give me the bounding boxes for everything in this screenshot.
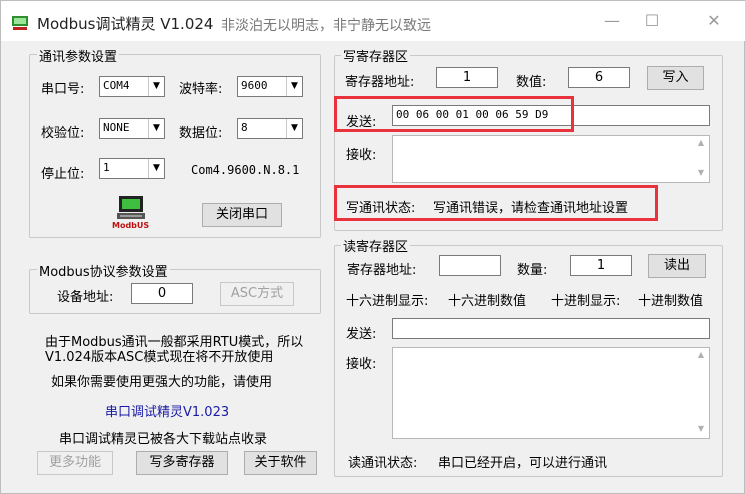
write-recv-area[interactable]: ▲ ▼: [392, 135, 710, 183]
write-value-input[interactable]: 6: [568, 67, 630, 88]
minimize-button[interactable]: —: [597, 9, 627, 33]
chevron-down-icon: ▼: [286, 119, 302, 138]
parity-select[interactable]: NONE ▼: [99, 118, 165, 139]
write-value-label: 数值:: [516, 75, 547, 90]
read-status-label: 读通讯状态:: [348, 456, 418, 471]
modbus-logo-icon: ModbUS: [111, 194, 151, 232]
scroll-down-icon[interactable]: ▼: [695, 424, 707, 436]
read-recv-label: 接收:: [346, 357, 377, 372]
read-button[interactable]: 读出: [648, 254, 706, 278]
window-slogan: 非淡泊无以明志，非宁静无以致远: [221, 18, 431, 34]
stopbits-select[interactable]: 1 ▼: [99, 158, 165, 179]
port-select[interactable]: COM4 ▼: [99, 76, 165, 97]
v1023-link[interactable]: 串口调试精灵V1.023: [105, 401, 229, 420]
baud-label: 波特率:: [179, 82, 223, 97]
read-reg-addr-input[interactable]: [439, 255, 501, 276]
baud-select[interactable]: 9600 ▼: [237, 76, 303, 97]
read-reg-addr-label: 寄存器地址:: [347, 263, 417, 278]
databits-label: 数据位:: [179, 126, 223, 141]
write-multi-register-button[interactable]: 写多寄存器: [136, 451, 228, 475]
parity-label: 校验位:: [41, 126, 85, 141]
read-send-label: 发送:: [346, 327, 377, 342]
read-count-input[interactable]: 1: [570, 255, 632, 276]
scroll-up-icon[interactable]: ▲: [695, 350, 707, 362]
comm-settings-title: 通讯参数设置: [37, 46, 120, 65]
app-icon: [12, 16, 28, 30]
chevron-down-icon: ▼: [148, 77, 164, 96]
app-window: Modbus调试精灵 V1.024 非淡泊无以明志，非宁静无以致远 — ☐ ✕ …: [0, 0, 745, 494]
stopbits-label: 停止位:: [41, 167, 85, 182]
chevron-down-icon: ▼: [148, 119, 164, 138]
status-highlight-box: [334, 185, 658, 221]
more-functions-button[interactable]: 更多功能: [37, 451, 113, 475]
close-button[interactable]: ✕: [699, 9, 729, 33]
scroll-down-icon[interactable]: ▼: [695, 168, 707, 180]
hex-value: 十六进制数值: [448, 294, 527, 309]
write-reg-addr-input[interactable]: 1: [436, 67, 498, 88]
dec-label: 十进制显示:: [551, 294, 621, 309]
chevron-down-icon: ▼: [148, 159, 164, 178]
comm-summary: Com4.9600.N.8.1: [191, 163, 300, 177]
info-line-2: V1.024版本ASC模式现在将不开放使用: [45, 350, 274, 365]
read-send-field[interactable]: [392, 318, 710, 339]
dec-value: 十进制数值: [638, 294, 704, 309]
read-recv-area[interactable]: ▲ ▼: [392, 347, 710, 439]
title-bar: Modbus调试精灵 V1.024 非淡泊无以明志，非宁静无以致远 — ☐ ✕: [1, 1, 745, 41]
hex-label: 十六进制显示:: [346, 294, 429, 309]
info-line-4: 串口调试精灵已被各大下载站点收录: [59, 432, 268, 447]
about-button[interactable]: 关于软件: [244, 451, 317, 475]
write-recv-label: 接收:: [346, 148, 377, 163]
scroll-up-icon[interactable]: ▲: [695, 138, 707, 150]
info-line-3: 如果你需要使用更强大的功能，请使用: [51, 375, 273, 390]
close-port-button[interactable]: 关闭串口: [202, 203, 282, 227]
device-addr-input[interactable]: 0: [131, 283, 193, 304]
asc-mode-button[interactable]: ASC方式: [220, 282, 294, 306]
maximize-button[interactable]: ☐: [637, 9, 667, 33]
write-register-title: 写寄存器区: [341, 46, 411, 65]
send-highlight-box: [334, 96, 574, 132]
modbus-logo-text: ModbUS: [112, 221, 150, 230]
port-label: 串口号:: [41, 82, 85, 97]
window-title: Modbus调试精灵 V1.024: [37, 15, 214, 33]
databits-select[interactable]: 8 ▼: [237, 118, 303, 139]
read-count-label: 数量:: [517, 263, 548, 278]
protocol-title: Modbus协议参数设置: [37, 261, 170, 280]
read-register-title: 读寄存器区: [341, 236, 411, 255]
write-button[interactable]: 写入: [647, 66, 704, 90]
chevron-down-icon: ▼: [286, 77, 302, 96]
write-reg-addr-label: 寄存器地址:: [345, 75, 415, 90]
device-addr-label: 设备地址:: [57, 290, 114, 305]
read-status-value: 串口已经开启，可以进行通讯: [438, 456, 608, 471]
